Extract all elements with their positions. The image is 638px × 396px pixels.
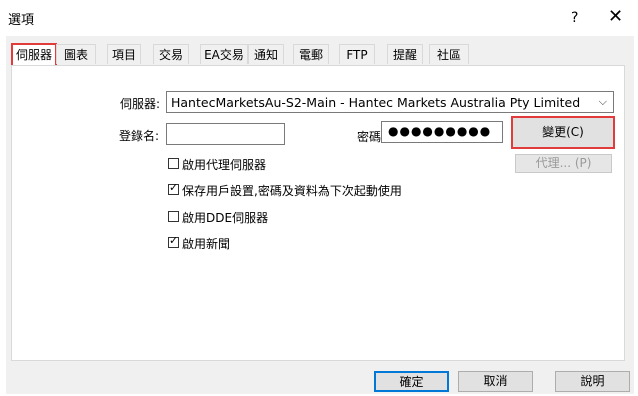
server-value: HantecMarketsAu-S2-Main - Hantec Markets… <box>171 95 581 110</box>
help-button[interactable]: 說明 <box>555 371 630 392</box>
title-bar: 選項 ? ✕ <box>0 0 638 36</box>
login-label: 登錄名: <box>119 129 160 143</box>
login-input[interactable] <box>166 123 285 145</box>
password-value: ●●●●●●●●● <box>388 124 492 138</box>
enable-news-checkbox[interactable]: ✓ <box>168 234 179 248</box>
tab-charts[interactable]: 圖表 <box>56 44 96 64</box>
cancel-button[interactable]: 取消 <box>458 371 533 392</box>
window-title: 選項 <box>8 13 35 28</box>
tab-ftp[interactable]: FTP <box>339 44 375 64</box>
password-input[interactable]: ●●●●●●●●● <box>381 121 503 143</box>
enable-proxy-checkbox[interactable] <box>168 158 179 169</box>
save-settings-label: 保存用戶設置,密碼及資料為下次起動使用 <box>182 184 402 198</box>
tab-events[interactable]: 提醒 <box>387 44 423 64</box>
change-button[interactable]: 變更(C) <box>511 116 615 149</box>
tab-email[interactable]: 電郵 <box>293 44 329 64</box>
proxy-button[interactable]: 代理... (P) <box>515 154 612 173</box>
server-label: 伺服器: <box>120 97 161 111</box>
chevron-down-icon[interactable]: ⌵ <box>599 95 607 109</box>
tab-notifications[interactable]: 通知 <box>248 44 284 64</box>
enable-dde-label: 啟用DDE伺服器 <box>182 211 269 225</box>
check-icon: ✓ <box>169 234 179 247</box>
tab-server[interactable]: 伺服器 <box>11 43 57 67</box>
tab-expert-advisors[interactable]: EA交易 <box>200 44 248 64</box>
enable-news-label: 啟用新聞 <box>182 237 231 251</box>
help-icon[interactable]: ? <box>571 10 578 26</box>
tab-objects[interactable]: 項目 <box>107 44 141 64</box>
check-icon: ✓ <box>169 181 179 194</box>
enable-proxy-label: 啟用代理伺服器 <box>182 158 267 172</box>
tab-trade[interactable]: 交易 <box>153 44 189 64</box>
server-combobox[interactable]: HantecMarketsAu-S2-Main - Hantec Markets… <box>166 91 614 113</box>
tab-community[interactable]: 社區 <box>429 44 469 64</box>
enable-dde-checkbox[interactable] <box>168 211 179 222</box>
save-settings-checkbox[interactable]: ✓ <box>168 181 179 195</box>
close-icon[interactable]: ✕ <box>608 6 623 27</box>
ok-button[interactable]: 確定 <box>374 371 449 392</box>
